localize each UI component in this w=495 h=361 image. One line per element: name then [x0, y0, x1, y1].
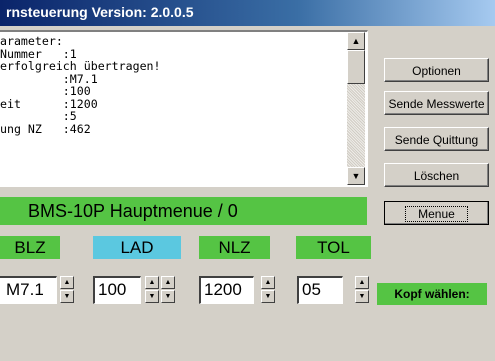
spin-up-icon[interactable]: ▲ — [355, 276, 369, 289]
window-title: rnsteuerung Version: 2.0.0.5 — [6, 4, 194, 20]
log-text: Parameter: Nummer :1 erfolgreich übertra… — [0, 35, 345, 183]
blz-input[interactable]: M7.1 — [0, 276, 57, 304]
log-line: Parameter: — [0, 35, 63, 48]
sende-messwerte-button[interactable]: Sende Messwerte — [384, 91, 489, 115]
sende-quittung-button[interactable]: Sende Quittung — [384, 127, 489, 151]
tol-label: TOL — [296, 236, 371, 259]
blz-label: BLZ — [0, 236, 60, 259]
log-textarea[interactable]: Parameter: Nummer :1 erfolgreich übertra… — [0, 30, 368, 187]
nlz-input[interactable]: 1200 — [199, 276, 254, 304]
spin-up-icon[interactable]: ▲ — [145, 276, 159, 289]
optionen-button[interactable]: Optionen — [384, 58, 489, 82]
menue-button-label: Menue — [405, 206, 468, 222]
lad-spinner-2[interactable]: ▲ ▼ — [161, 276, 175, 304]
menue-button[interactable]: Menue — [384, 201, 489, 225]
status-bar: BMS-10P Hauptmenue / 0 — [0, 197, 367, 225]
lad-spinner-1[interactable]: ▲ ▼ — [145, 276, 159, 304]
spin-up-icon[interactable]: ▲ — [261, 276, 275, 289]
scroll-up-arrow-icon[interactable]: ▲ — [347, 32, 365, 50]
nlz-label: NLZ — [199, 236, 270, 259]
log-line: nung NZ :462 — [0, 121, 91, 136]
blz-spinner[interactable]: ▲ ▼ — [60, 276, 74, 304]
tol-spinner[interactable]: ▲ ▼ — [355, 276, 369, 304]
tol-input[interactable]: 05 — [297, 276, 343, 304]
nlz-spinner[interactable]: ▲ ▼ — [261, 276, 275, 304]
loeschen-button[interactable]: Löschen — [384, 163, 489, 187]
log-line: :5 — [0, 109, 77, 123]
lad-label: LAD — [93, 236, 181, 259]
lad-input[interactable]: 100 — [93, 276, 141, 304]
status-text: BMS-10P Hauptmenue / 0 — [28, 201, 238, 221]
spin-down-icon[interactable]: ▼ — [261, 290, 275, 303]
scroll-thumb[interactable] — [347, 50, 365, 84]
spin-down-icon[interactable]: ▼ — [161, 290, 175, 303]
title-bar: rnsteuerung Version: 2.0.0.5 — [0, 0, 495, 26]
spin-down-icon[interactable]: ▼ — [60, 290, 74, 303]
spin-up-icon[interactable]: ▲ — [161, 276, 175, 289]
bottom-area — [0, 310, 495, 361]
scroll-down-arrow-icon[interactable]: ▼ — [347, 167, 365, 185]
spin-down-icon[interactable]: ▼ — [355, 290, 369, 303]
log-line: erfolgreich übertragen! — [0, 59, 161, 73]
log-line: :100 — [0, 84, 91, 98]
spin-up-icon[interactable]: ▲ — [60, 276, 74, 289]
spin-down-icon[interactable]: ▼ — [145, 290, 159, 303]
kopf-waehlen-label: Kopf wählen: — [377, 283, 487, 305]
log-scrollbar[interactable]: ▲ ▼ — [347, 32, 365, 185]
